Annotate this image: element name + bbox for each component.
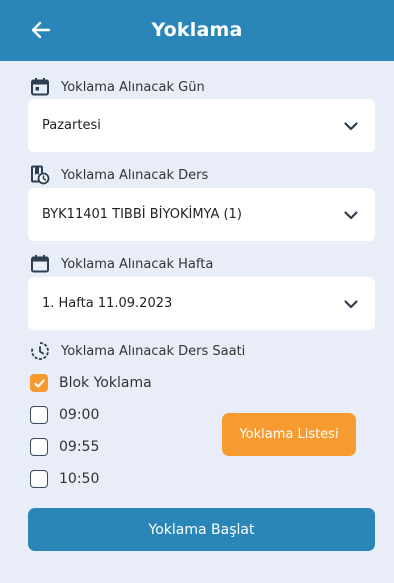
course-label-row: Yoklama Alınacak Ders <box>30 164 208 186</box>
block-attendance-checkbox[interactable]: Blok Yoklama <box>30 372 152 394</box>
checkbox-empty-icon <box>30 406 48 424</box>
course-schedule-icon <box>30 165 50 185</box>
calendar-icon <box>30 254 50 274</box>
day-select-value: Pazartesi <box>42 118 101 133</box>
slot-checkbox-1050[interactable]: 10:50 <box>30 468 99 490</box>
chevron-down-icon <box>344 210 358 219</box>
chevron-down-icon <box>344 121 358 130</box>
checkbox-empty-icon <box>30 438 48 456</box>
day-label-row: Yoklama Alınacak Gün <box>30 76 205 98</box>
calendar-day-icon <box>30 77 50 97</box>
app-header: Yoklama <box>0 0 394 61</box>
week-select[interactable]: 1. Hafta 11.09.2023 <box>28 277 375 330</box>
slot-label: 09:00 <box>59 407 100 423</box>
block-attendance-label: Blok Yoklama <box>59 375 152 391</box>
chevron-down-icon <box>344 299 358 308</box>
hours-label-row: Yoklama Alınacak Ders Saati <box>30 340 245 362</box>
slot-label: 09:55 <box>59 439 100 455</box>
course-select-value: BYK11401 TIBBİ BİYOKİMYA (1) <box>42 207 242 222</box>
week-label-row: Yoklama Alınacak Hafta <box>30 253 213 275</box>
checkbox-empty-icon <box>30 470 48 488</box>
slot-checkbox-0955[interactable]: 09:55 <box>30 436 99 458</box>
clock-icon <box>30 341 50 361</box>
start-attendance-button[interactable]: Yoklama Başlat <box>28 508 375 551</box>
page-title: Yoklama <box>151 19 243 41</box>
day-label: Yoklama Alınacak Gün <box>61 79 205 95</box>
attendance-list-button[interactable]: Yoklama Listesi <box>222 413 356 456</box>
checkbox-checked-icon <box>30 374 48 392</box>
slot-label: 10:50 <box>59 471 100 487</box>
course-label: Yoklama Alınacak Ders <box>61 167 209 183</box>
day-select[interactable]: Pazartesi <box>28 99 375 152</box>
slot-checkbox-0900[interactable]: 09:00 <box>30 404 99 426</box>
week-select-value: 1. Hafta 11.09.2023 <box>42 296 173 311</box>
hours-label: Yoklama Alınacak Ders Saati <box>61 343 246 359</box>
week-label: Yoklama Alınacak Hafta <box>61 256 214 272</box>
course-select[interactable]: BYK11401 TIBBİ BİYOKİMYA (1) <box>28 188 375 241</box>
